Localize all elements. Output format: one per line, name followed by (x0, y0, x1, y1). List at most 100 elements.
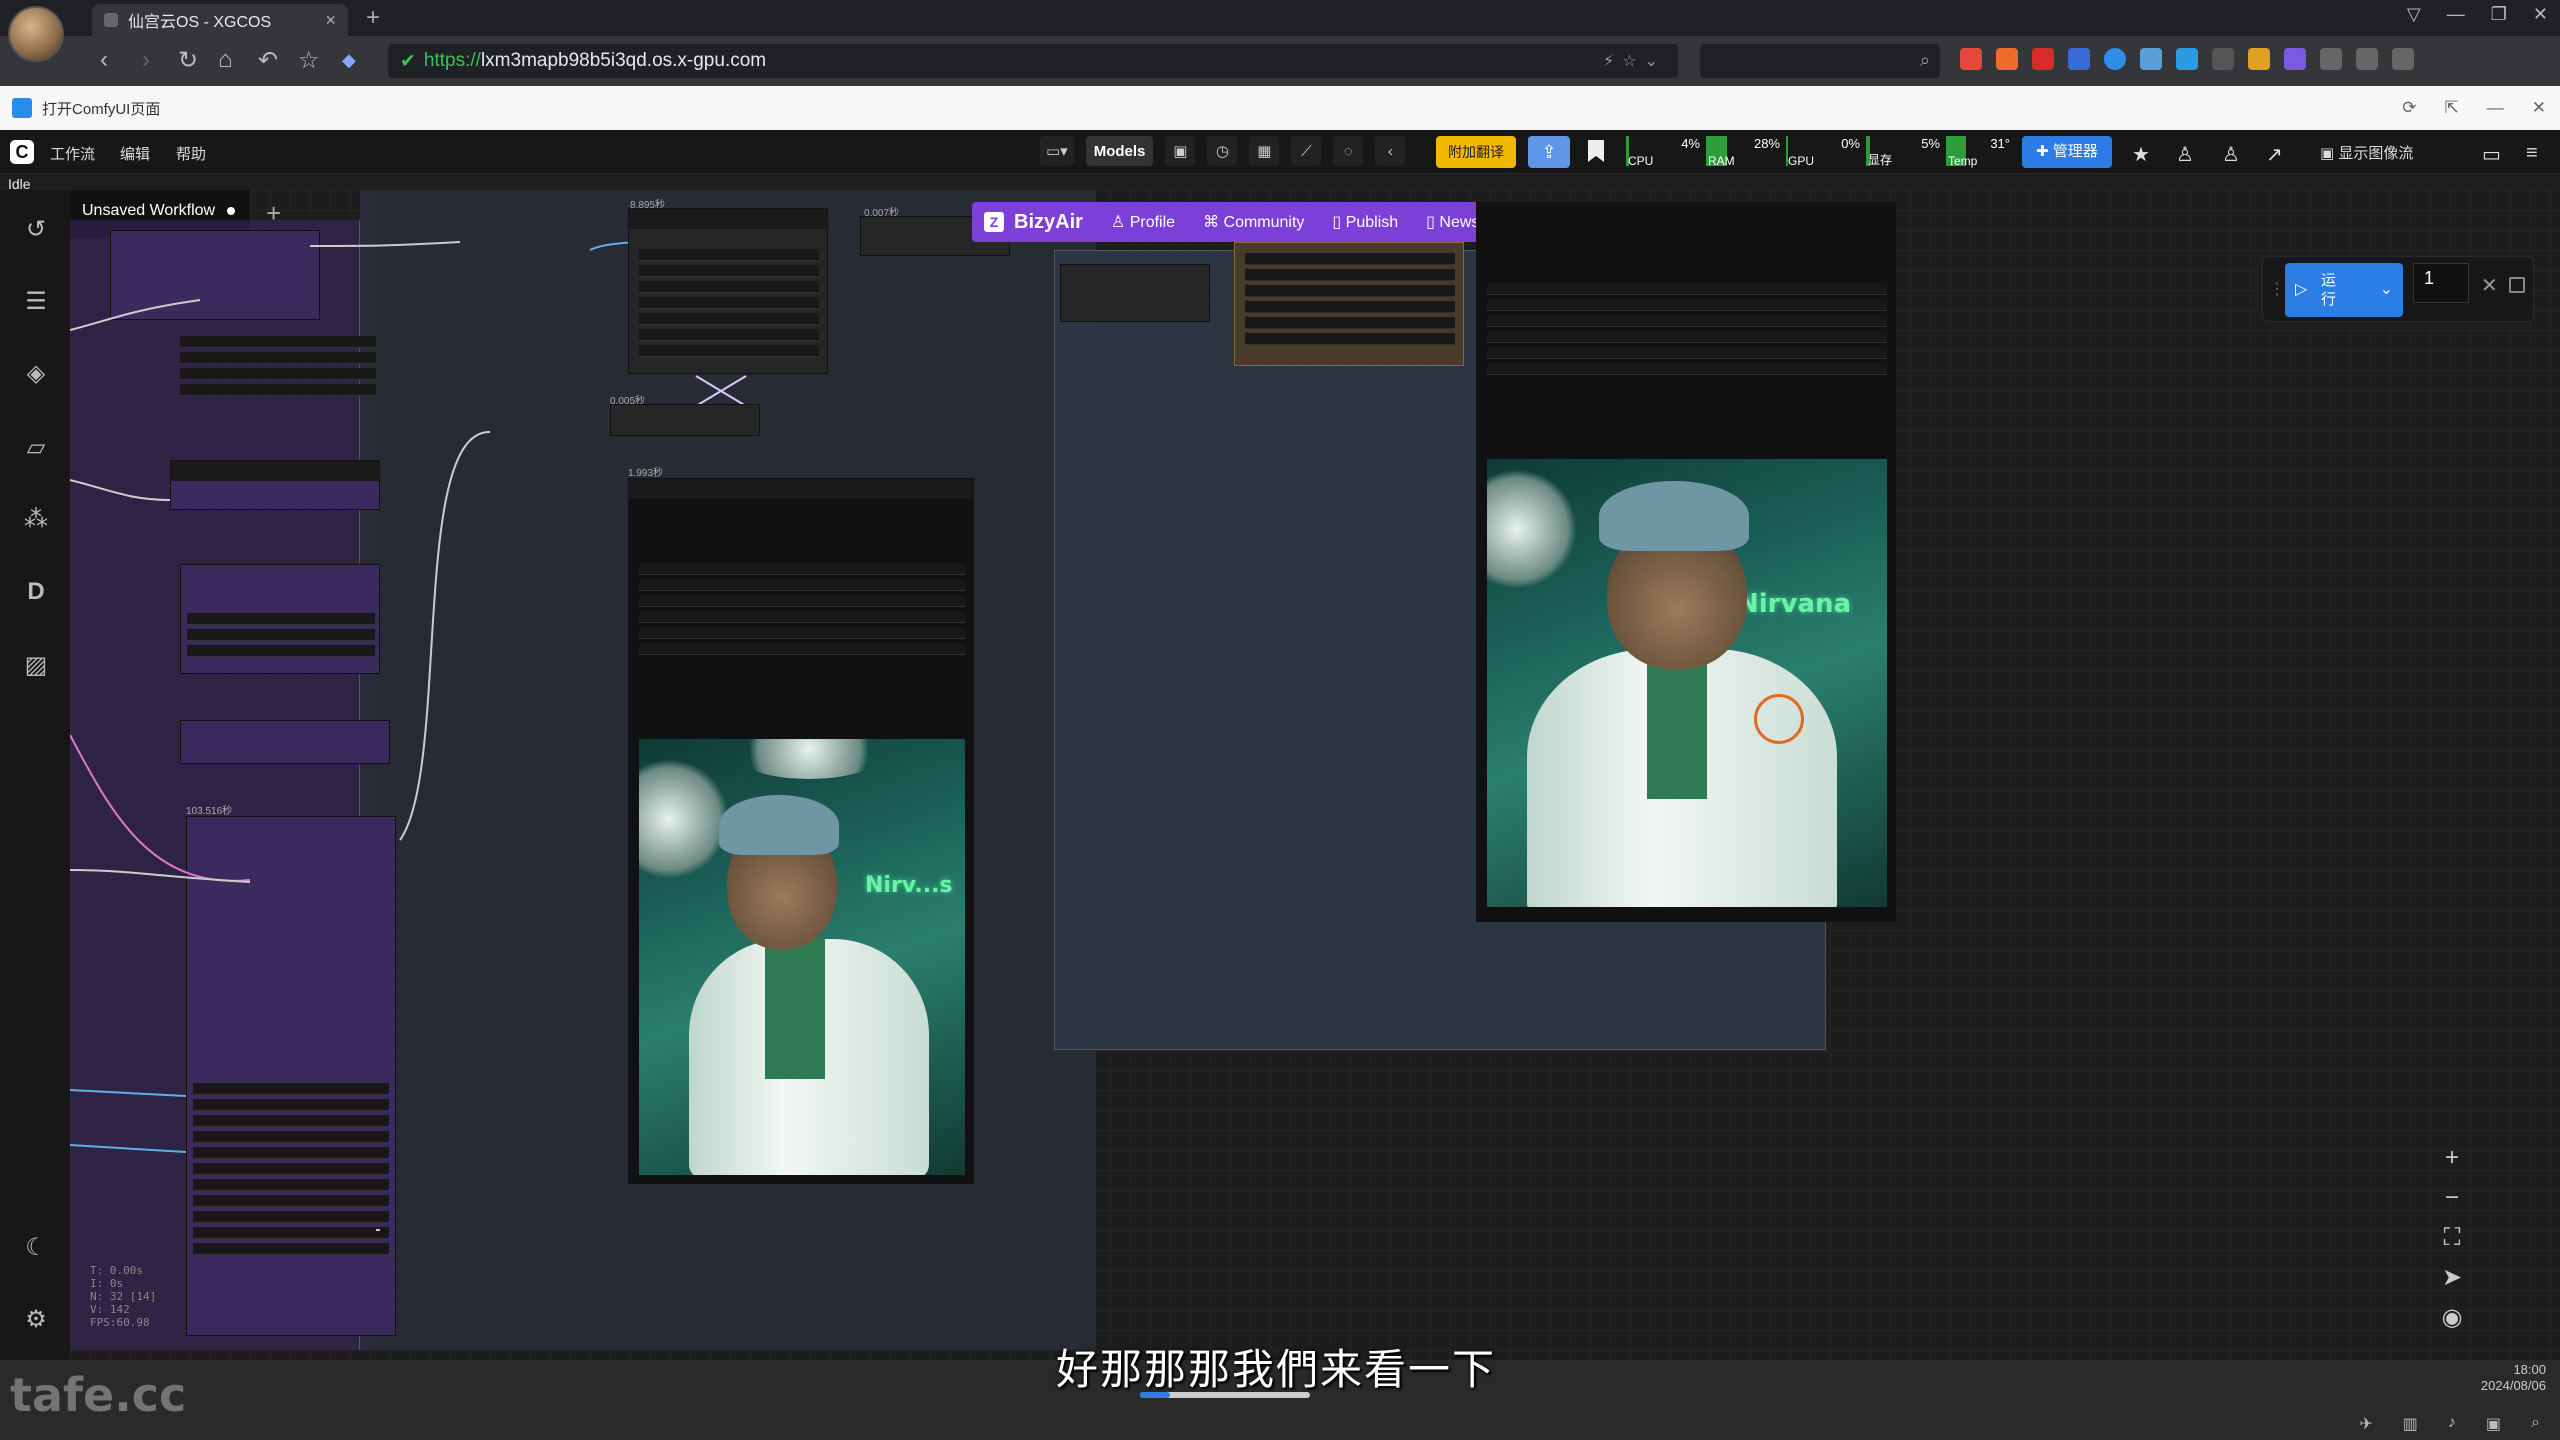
menu-icon[interactable] (2392, 48, 2414, 70)
stop-icon[interactable] (2509, 277, 2525, 293)
run-options-icon[interactable]: ⌄ (2380, 279, 2393, 299)
restore-icon[interactable]: ❐ (2491, 4, 2507, 25)
bizyair-brand[interactable]: BizyAir (1014, 211, 1083, 234)
forward-icon[interactable]: › (142, 46, 150, 74)
node-library-icon[interactable]: ◈ (22, 360, 50, 388)
minimize-icon[interactable]: — (2447, 4, 2465, 25)
node-preview-2[interactable]: Nirvana (1476, 202, 1896, 922)
menu-workflow[interactable]: 工作流 (50, 143, 95, 164)
upload-icon[interactable]: ⇪ (1528, 136, 1570, 168)
tray-window-icon[interactable]: ▣ (2486, 1414, 2501, 1434)
window-menu-icon[interactable]: ▽ (2407, 4, 2421, 25)
tools-icon[interactable] (2356, 48, 2378, 70)
history-icon[interactable]: ↺ (22, 216, 50, 244)
ext-icon-7[interactable] (2176, 48, 2198, 70)
close-window-icon[interactable]: ✕ (2533, 4, 2548, 25)
queue-list-icon[interactable]: ☰ (22, 288, 50, 316)
comment-icon[interactable]: ◌ (1333, 136, 1364, 166)
node-right-small[interactable] (1060, 264, 1210, 322)
table-icon[interactable]: ▦ (1249, 136, 1280, 166)
volume-icon[interactable]: ♪ (2448, 1414, 2456, 1434)
ext-icon-10[interactable] (2284, 48, 2306, 70)
extension-icon[interactable]: ◆ (342, 50, 356, 71)
collapse-icon[interactable]: ‹ (1375, 136, 1406, 166)
ext-icon-4[interactable] (2068, 48, 2090, 70)
minimize-panel-icon[interactable]: — (2487, 98, 2504, 118)
translate-button[interactable]: 附加翻译 (1436, 136, 1516, 168)
vram-value: 5% (1921, 136, 1940, 151)
download-icon[interactable] (2320, 48, 2342, 70)
page-title: 打开ComfyUI页面 (42, 100, 161, 118)
hamburger-icon[interactable]: ≡ (2526, 142, 2538, 165)
profile-avatar[interactable] (8, 6, 64, 62)
manager-button[interactable]: ✚ 管理器 (2022, 136, 2112, 168)
tray-search-icon[interactable]: ⌕ (2531, 1414, 2540, 1434)
share-icon[interactable]: ↗ (2266, 142, 2283, 167)
select-mode-icon[interactable]: ➤ (2438, 1264, 2466, 1292)
close-panel-icon[interactable]: ✕ (2532, 98, 2546, 118)
folder-icon[interactable]: ▭▾ (1040, 136, 1074, 166)
ext-icon-6[interactable] (2140, 48, 2162, 70)
home-icon[interactable]: ⌂ (218, 46, 233, 74)
panel-toggle-icon[interactable]: ▭ (2482, 142, 2501, 167)
ext-icon-9[interactable] (2248, 48, 2270, 70)
bizyair-publish[interactable]: ▯ Publish (1332, 212, 1398, 232)
zoom-out-icon[interactable]: − (2438, 1184, 2466, 1212)
address-bar[interactable]: ✔ https:// lxm3mapb98b5i3qd.os.x-gpu.com… (388, 44, 1678, 78)
bizyair-news[interactable]: ▯ News (1426, 212, 1479, 232)
ext-icon-8[interactable] (2212, 48, 2234, 70)
settings-gear-icon[interactable]: ⚙ (22, 1306, 50, 1334)
model-tree-icon[interactable]: ⁂ (22, 506, 50, 534)
gallery-icon[interactable]: ▨ (22, 652, 50, 680)
profile-icon: ♙ (1110, 214, 1130, 231)
refresh-page-icon[interactable]: ⟳ (2402, 98, 2416, 118)
publish-icon: ▯ (1332, 214, 1346, 231)
bizyair-profile[interactable]: ♙ Profile (1111, 212, 1175, 232)
search-box[interactable]: ⌕ (1700, 44, 1940, 78)
ext-icon-2[interactable] (1996, 48, 2018, 70)
undo-icon[interactable]: ↶ (258, 46, 278, 75)
camera-icon[interactable]: ▣ (1165, 136, 1196, 166)
address-bar-actions-icon[interactable]: ⚡☆⌄ (1603, 51, 1666, 71)
tray-trash-icon[interactable]: ▥ (2403, 1414, 2418, 1434)
user-icon-a[interactable]: ♙ (2176, 142, 2194, 167)
popout-icon[interactable]: ⇱ (2445, 98, 2459, 118)
node-mid-reroute[interactable] (610, 404, 760, 436)
reload-icon[interactable]: ↻ (178, 46, 198, 75)
zoom-in-icon[interactable]: + (2438, 1144, 2466, 1172)
node-preview-1-header (629, 479, 973, 499)
theme-toggle-icon[interactable]: ☾ (22, 1234, 50, 1262)
cancel-run-icon[interactable]: ✕ (2481, 273, 2498, 298)
comfy-logo-icon[interactable]: C (10, 140, 34, 164)
fit-view-icon[interactable]: ⛶ (2438, 1224, 2466, 1252)
ext-icon-1[interactable] (1960, 48, 1982, 70)
bizyair-community[interactable]: ⌘ Community (1203, 212, 1304, 232)
show-image-feed-button[interactable]: ▣ 显示图像流 (2320, 142, 2413, 163)
drag-handle-icon[interactable]: ⋮ (2269, 279, 2285, 299)
models-button[interactable]: Models (1085, 136, 1154, 166)
node-preview-1[interactable]: Nirv...s (628, 478, 974, 1184)
batch-count-input[interactable]: 1 (2413, 263, 2469, 303)
check-icon[interactable]: ◷ (1207, 136, 1238, 166)
user-icon-b[interactable]: ♙ (2222, 142, 2240, 167)
sd-ppp-icon[interactable]: D (22, 578, 50, 606)
browser-tab[interactable]: 仙宫云OS - XGCOS × (92, 4, 348, 36)
star-icon[interactable]: ☆ (298, 46, 320, 75)
close-tab-icon[interactable]: × (325, 10, 336, 31)
new-tab-button[interactable]: + (366, 4, 380, 32)
menu-help[interactable]: 帮助 (176, 143, 206, 164)
node-mid-top[interactable] (628, 208, 828, 374)
node-graph-canvas[interactable]: Unsaved Workflow + 103.516秒 8.895秒 0.007… (70, 190, 2560, 1360)
back-icon[interactable]: ‹ (100, 46, 108, 74)
visibility-icon[interactable]: ◉ (2438, 1304, 2466, 1332)
chart-icon[interactable]: ⟋ (1291, 136, 1322, 166)
run-button[interactable]: ▷ 运行 ⌄ (2285, 263, 2403, 317)
menu-edit[interactable]: 编辑 (120, 143, 150, 164)
star-filled-icon[interactable]: ★ (2132, 142, 2150, 167)
ext-icon-5[interactable] (2104, 48, 2126, 70)
node-right-brown[interactable] (1234, 242, 1464, 366)
ext-icon-3[interactable] (2032, 48, 2054, 70)
workflows-folder-icon[interactable]: ▱ (22, 434, 50, 462)
bookmark-icon[interactable] (1588, 140, 1604, 162)
tray-icon-1[interactable]: ✈ (2359, 1414, 2372, 1434)
